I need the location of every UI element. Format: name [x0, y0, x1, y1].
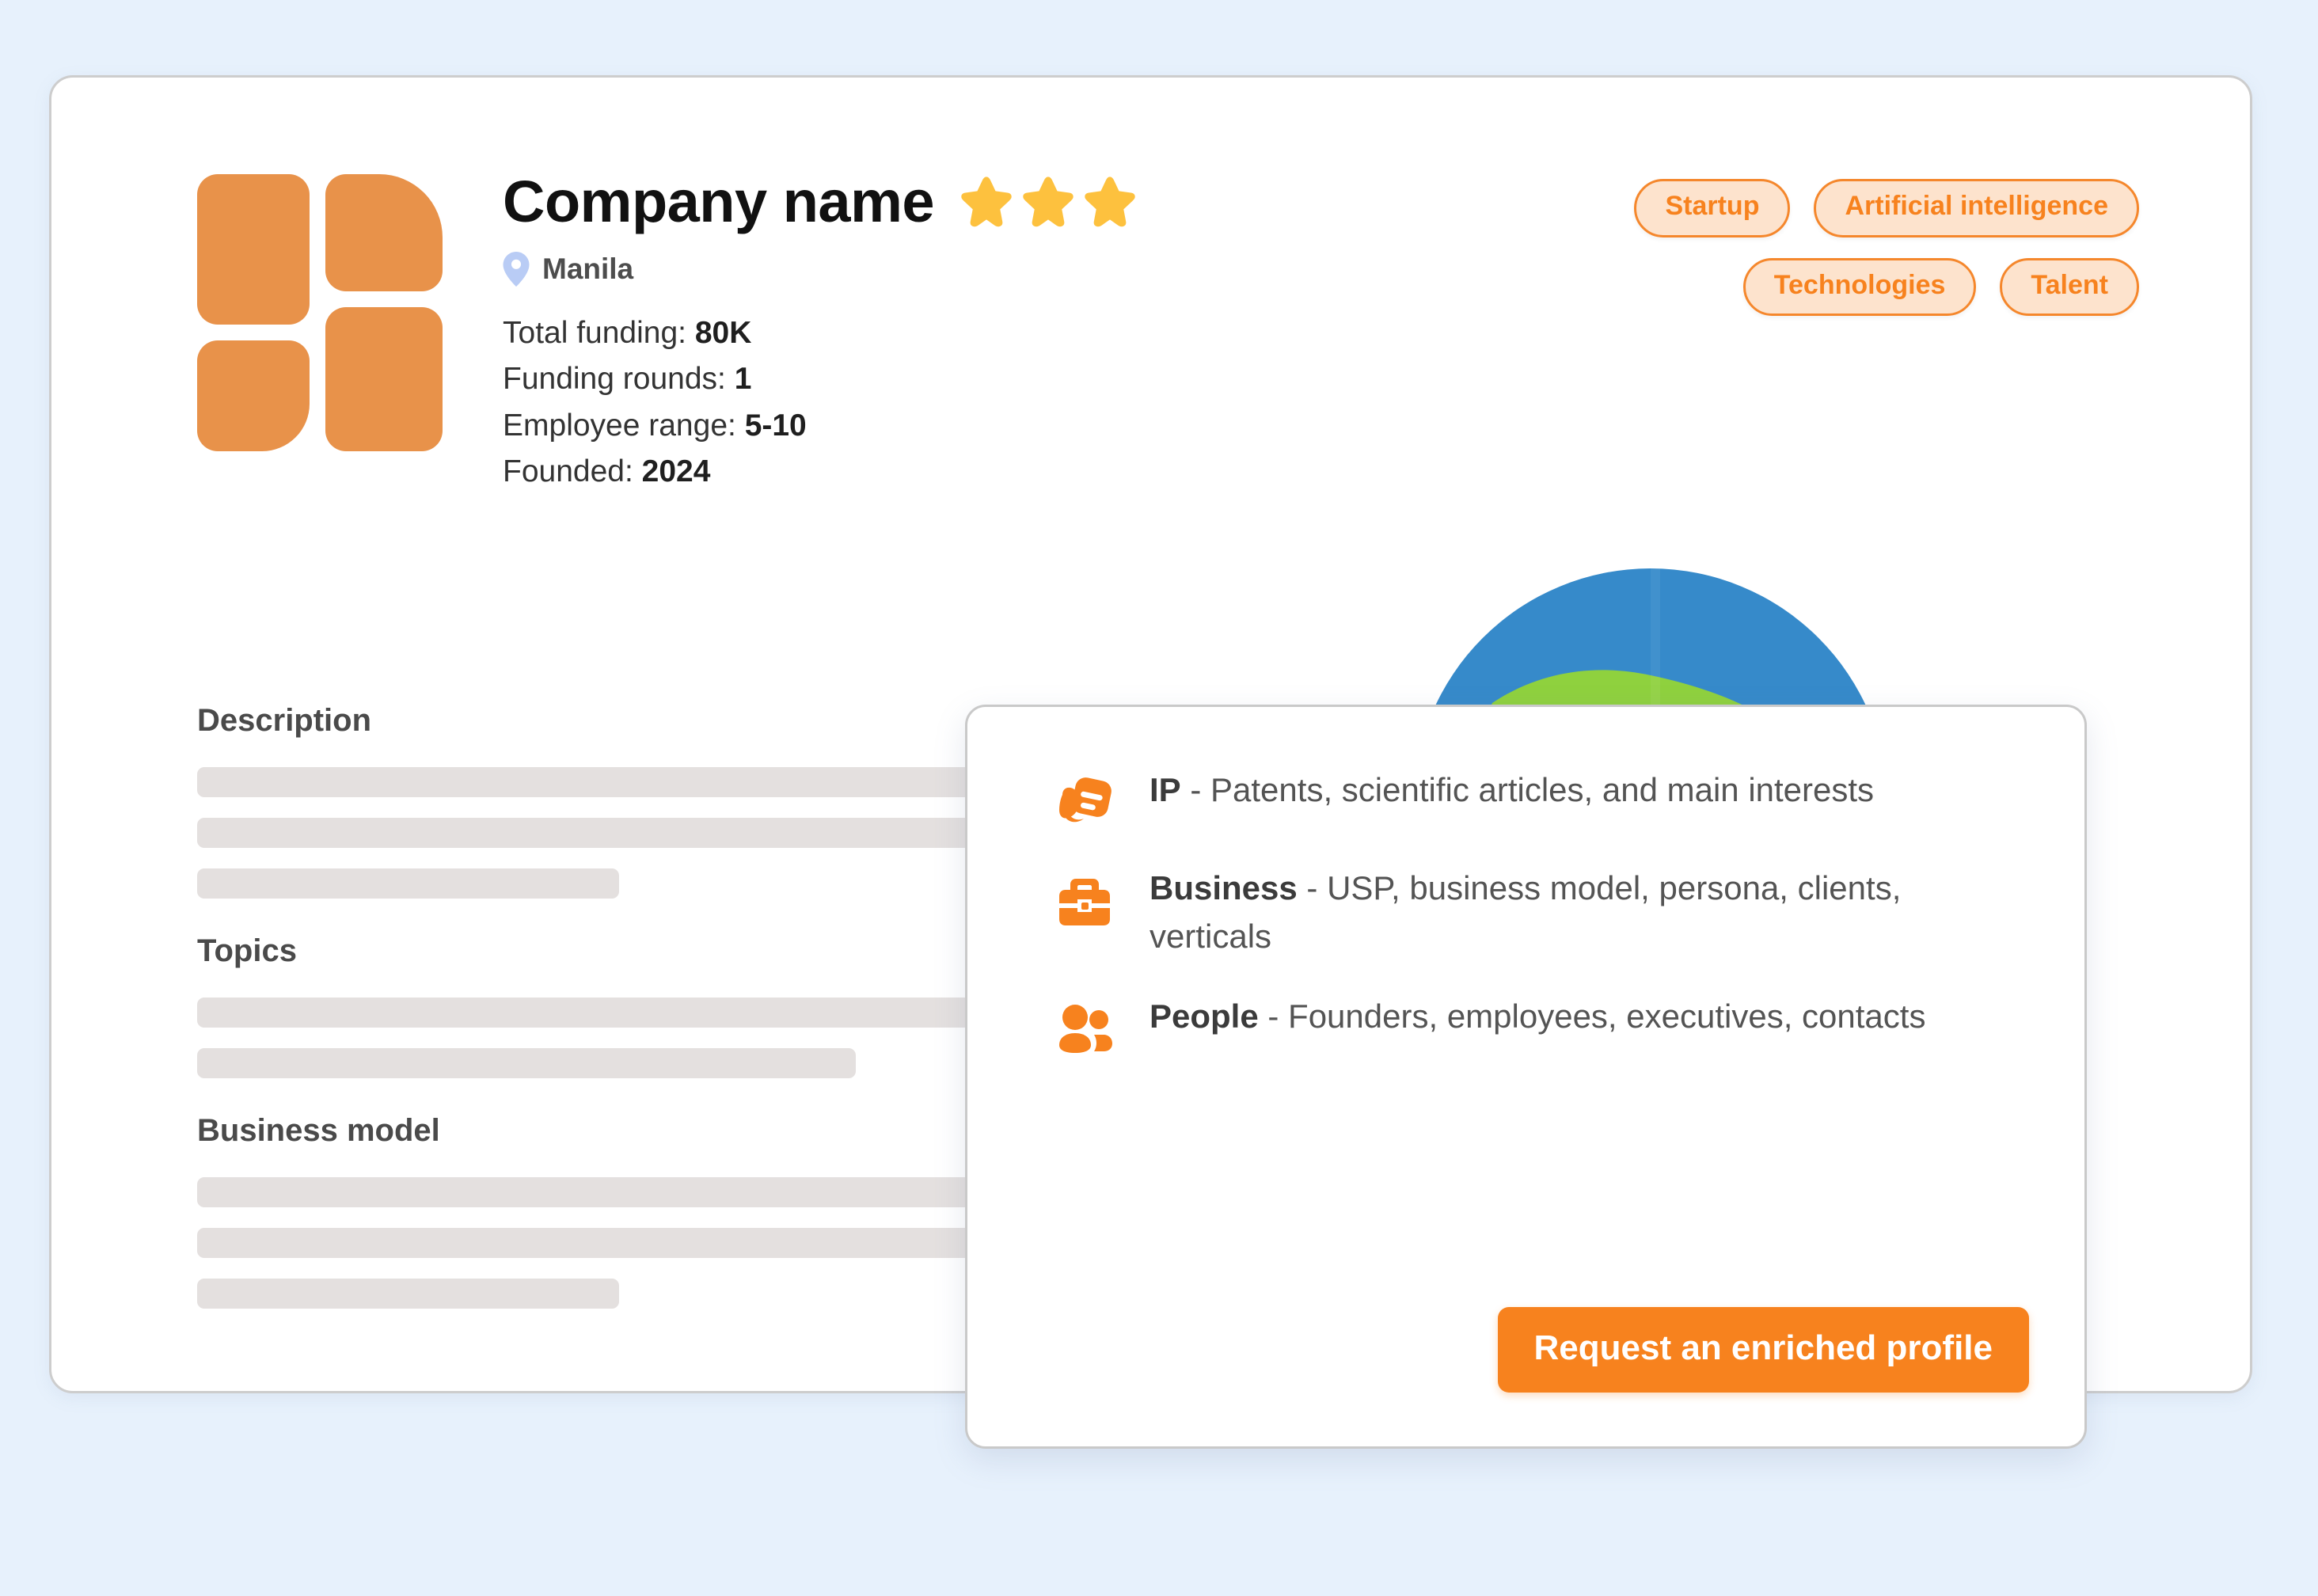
- location-row: Manila: [503, 252, 1138, 287]
- feature-text: People - Founders, employees, executives…: [1150, 993, 1925, 1041]
- stat-label: Funding rounds:: [503, 362, 726, 397]
- stat-label: Founded:: [503, 454, 633, 488]
- tag-list: Startup Artificial intelligence Technolo…: [1474, 179, 2139, 317]
- feature-item-people: People - Founders, employees, executives…: [1054, 993, 2029, 1059]
- logo-tile-top-left: [197, 174, 310, 325]
- feature-description: Founders, employees, executives, contact…: [1288, 997, 1926, 1035]
- star-icon: [1023, 177, 1074, 227]
- feature-description: Patents, scientific articles, and main i…: [1210, 771, 1875, 808]
- stat-value: 5-10: [744, 408, 807, 443]
- stat-row: Employee range: 5-10: [503, 408, 1138, 443]
- enriched-profile-popup: IP - Patents, scientific articles, and m…: [965, 705, 2087, 1449]
- feature-title: People: [1150, 997, 1259, 1035]
- feature-separator: -: [1258, 997, 1289, 1035]
- tag-artificial-intelligence[interactable]: Artificial intelligence: [1814, 179, 2139, 238]
- page-title: Company name: [503, 169, 935, 234]
- company-location: Manila: [542, 253, 634, 285]
- feature-text: IP - Patents, scientific articles, and m…: [1150, 766, 1874, 815]
- company-title-row: Company name: [503, 173, 1138, 231]
- company-summary: Company name Manila Total funding: 80K F…: [503, 173, 1138, 501]
- logo-tile-top-right: [325, 174, 443, 291]
- feature-separator: -: [1297, 869, 1328, 906]
- logo-tile-bottom-right: [325, 307, 443, 451]
- logo-tile-bottom-left: [197, 340, 310, 451]
- feature-item-business: Business - USP, business model, persona,…: [1054, 864, 2029, 961]
- stat-row: Funding rounds: 1: [503, 363, 1138, 395]
- document-scroll-icon: [1054, 773, 1115, 833]
- stat-value: 80K: [694, 316, 752, 350]
- stat-label: Employee range:: [503, 408, 736, 443]
- briefcase-icon: [1054, 871, 1115, 931]
- tag-startup[interactable]: Startup: [1634, 179, 1791, 238]
- stat-value: 2024: [641, 454, 711, 488]
- star-icon: [961, 177, 1012, 227]
- popup-feature-list: IP - Patents, scientific articles, and m…: [1054, 766, 2029, 1091]
- card-header: Company name Manila Total funding: 80K F…: [51, 78, 2250, 521]
- star-icon: [1085, 177, 1135, 227]
- feature-title: IP: [1150, 771, 1181, 808]
- feature-separator: -: [1180, 771, 1211, 808]
- stat-label: Total funding:: [503, 316, 687, 350]
- company-stats: Total funding: 80K Funding rounds: 1 Emp…: [503, 317, 1138, 488]
- request-enriched-profile-button[interactable]: Request an enriched profile: [1497, 1307, 2029, 1393]
- skeleton-bar: [197, 1279, 619, 1309]
- stat-value: 1: [734, 362, 752, 397]
- feature-title: Business: [1150, 869, 1298, 906]
- feature-item-ip: IP - Patents, scientific articles, and m…: [1054, 766, 2029, 833]
- skeleton-bar: [197, 868, 619, 899]
- feature-text: Business - USP, business model, persona,…: [1150, 864, 2029, 961]
- people-icon: [1054, 999, 1115, 1059]
- company-logo-tiles-icon: [197, 174, 443, 451]
- rating-stars: [958, 173, 1138, 230]
- stat-row: Total funding: 80K: [503, 317, 1138, 349]
- tag-technologies[interactable]: Technologies: [1742, 257, 1977, 317]
- popup-actions: Request an enriched profile: [1497, 1307, 2029, 1393]
- skeleton-bar: [197, 1048, 856, 1078]
- tag-talent[interactable]: Talent: [2000, 257, 2139, 317]
- map-pin-icon: [503, 252, 530, 287]
- stat-row: Founded: 2024: [503, 455, 1138, 488]
